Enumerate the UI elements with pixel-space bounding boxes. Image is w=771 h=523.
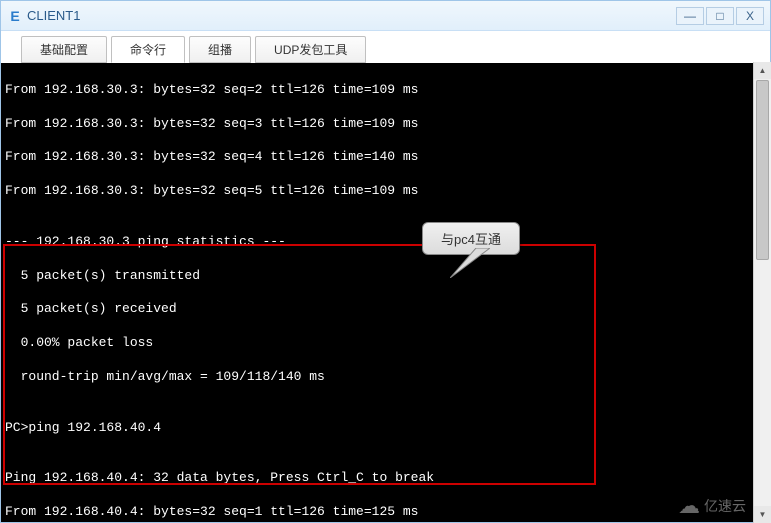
term-line: 5 packet(s) received	[5, 301, 766, 318]
close-button[interactable]: X	[736, 7, 764, 25]
tab-multicast[interactable]: 组播	[189, 36, 251, 63]
term-line: PC>ping 192.168.40.4	[5, 420, 766, 437]
term-line: Ping 192.168.40.4: 32 data bytes, Press …	[5, 470, 766, 487]
term-line: round-trip min/avg/max = 109/118/140 ms	[5, 369, 766, 386]
term-line: --- 192.168.30.3 ping statistics ---	[5, 234, 766, 251]
annotation-callout: 与pc4互通	[422, 222, 520, 255]
term-line: 0.00% packet loss	[5, 335, 766, 352]
tab-command-line[interactable]: 命令行	[111, 36, 185, 63]
titlebar: E CLIENT1 — □ X	[1, 1, 770, 31]
callout-text: 与pc4互通	[441, 232, 501, 247]
term-line: From 192.168.30.3: bytes=32 seq=2 ttl=12…	[5, 82, 766, 99]
terminal-output[interactable]: From 192.168.30.3: bytes=32 seq=2 ttl=12…	[1, 63, 770, 522]
tabbar: 基础配置 命令行 组播 UDP发包工具	[1, 31, 770, 63]
term-line: From 192.168.30.3: bytes=32 seq=3 ttl=12…	[5, 116, 766, 133]
term-line: From 192.168.30.3: bytes=32 seq=4 ttl=12…	[5, 149, 766, 166]
window-title: CLIENT1	[27, 8, 676, 23]
vertical-scrollbar[interactable]: ▲ ▼	[753, 62, 771, 523]
window-controls: — □ X	[676, 7, 764, 25]
scroll-up-button[interactable]: ▲	[754, 62, 771, 79]
term-line: 5 packet(s) transmitted	[5, 268, 766, 285]
app-window: E CLIENT1 — □ X 基础配置 命令行 组播 UDP发包工具 From…	[0, 0, 771, 523]
maximize-button[interactable]: □	[706, 7, 734, 25]
tab-udp-tool[interactable]: UDP发包工具	[255, 36, 366, 63]
app-icon: E	[7, 8, 23, 24]
term-line: From 192.168.30.3: bytes=32 seq=5 ttl=12…	[5, 183, 766, 200]
term-line: From 192.168.40.4: bytes=32 seq=1 ttl=12…	[5, 504, 766, 521]
minimize-button[interactable]: —	[676, 7, 704, 25]
scroll-down-button[interactable]: ▼	[754, 506, 771, 523]
scroll-thumb[interactable]	[756, 80, 769, 260]
tab-basic-config[interactable]: 基础配置	[21, 36, 107, 63]
